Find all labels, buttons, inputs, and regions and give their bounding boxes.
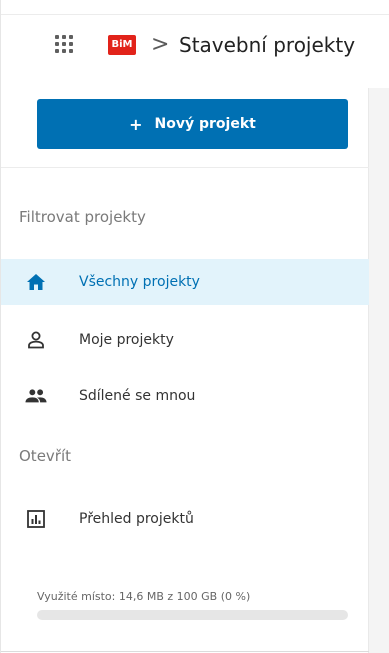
new-project-button[interactable]: + Nový projekt [37, 99, 348, 149]
plus-icon: + [129, 114, 143, 134]
sidebar-item-shared-with-me[interactable]: Sdílené se mnou [1, 373, 369, 419]
storage-usage-bar [37, 610, 348, 620]
sidebar-item-label: Moje projekty [79, 332, 174, 348]
people-icon [25, 385, 47, 407]
sidebar-item-label: Přehled projektů [79, 511, 194, 527]
app-window: BiM > Stavební projekty + Nový projekt F… [0, 0, 389, 653]
person-icon [25, 329, 47, 351]
sidebar-item-projects-overview[interactable]: Přehled projektů [1, 496, 369, 542]
header-top-divider [1, 14, 389, 15]
breadcrumb-separator-icon: > [151, 32, 170, 57]
header: BiM > Stavební projekty [1, 0, 389, 88]
new-project-label: Nový projekt [154, 116, 256, 132]
bim-logo[interactable]: BiM [108, 35, 136, 55]
app-launcher-grid-icon[interactable] [55, 35, 75, 55]
sidebar-bottom-divider [1, 651, 369, 652]
storage-usage-text: Využité místo: 14,6 MB z 100 GB (0 %) [37, 590, 251, 603]
home-icon [25, 271, 47, 293]
sidebar-item-my-projects[interactable]: Moje projekty [1, 317, 369, 363]
bar-chart-icon [25, 508, 47, 530]
filter-projects-heading: Filtrovat projekty [19, 208, 146, 226]
section-divider [1, 167, 369, 168]
sidebar-item-label: Sdílené se mnou [79, 388, 196, 404]
page-title: Stavební projekty [179, 33, 356, 57]
content-area [369, 88, 389, 653]
open-heading: Otevřít [19, 447, 72, 465]
sidebar-item-all-projects[interactable]: Všechny projekty [1, 259, 369, 305]
sidebar: + Nový projekt Filtrovat projekty Všechn… [1, 88, 369, 653]
sidebar-item-label: Všechny projekty [79, 274, 200, 290]
